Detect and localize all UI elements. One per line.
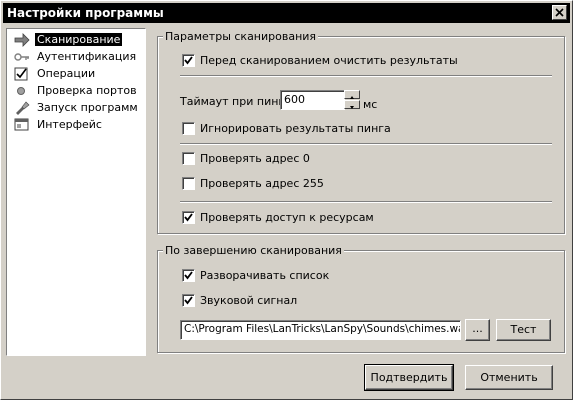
close-button[interactable] — [552, 5, 567, 20]
cancel-button[interactable]: Отменить — [465, 365, 553, 390]
browse-sound-button[interactable]: ... — [465, 319, 490, 341]
nav-item-run-programs[interactable]: Запуск программ — [10, 100, 144, 116]
key-icon — [14, 53, 29, 61]
dialog-title: Настройки программы — [7, 6, 164, 20]
nav-item-interface[interactable]: Интерфейс — [10, 117, 144, 133]
spin-up-button[interactable] — [344, 90, 360, 99]
window-icon — [14, 118, 29, 131]
on-finish-group: По завершению сканирования Разворачивать… — [157, 244, 565, 353]
checkbox-label: Проверять доступ к ресурсам — [200, 211, 374, 224]
checkbox-box[interactable] — [182, 177, 195, 190]
nav-item-label: Сканирование — [35, 33, 123, 46]
nav-item-label: Аутентификация — [37, 50, 137, 63]
checkbox-label: Проверять адрес 255 — [200, 177, 324, 190]
settings-dialog: Настройки программы Сканирование Аутенти… — [0, 0, 573, 400]
checkbox-box[interactable] — [182, 152, 195, 165]
checkbox-box[interactable] — [182, 54, 195, 67]
run-program-icon — [16, 101, 30, 115]
settings-nav-list: Сканирование Аутентификация Операции Про… — [6, 28, 146, 356]
checklist-icon — [14, 67, 28, 81]
arrow-down-icon — [350, 106, 354, 109]
nav-item-authentication[interactable]: Аутентификация — [10, 49, 144, 65]
checkbox-box[interactable] — [182, 211, 195, 224]
nav-item-label: Проверка портов — [37, 84, 137, 97]
ping-timeout-spinner — [344, 90, 360, 110]
scan-params-legend: Параметры сканирования — [163, 30, 319, 43]
test-sound-button[interactable]: Тест — [496, 319, 551, 341]
on-finish-legend: По завершению сканирования — [163, 244, 344, 257]
checkmark-icon — [184, 56, 193, 65]
nav-item-label: Запуск программ — [37, 101, 138, 114]
nav-item-label: Операции — [37, 67, 96, 80]
ping-timeout-label: Таймаут при пинге — [180, 95, 291, 108]
checkmark-icon — [184, 213, 193, 222]
checkbox-label: Игнорировать результаты пинга — [200, 122, 391, 135]
checkbox-box[interactable] — [182, 269, 195, 282]
ping-timeout-input[interactable]: 600 — [280, 90, 345, 110]
checkbox-label: Перед сканированием очистить результаты — [200, 54, 458, 67]
checkbox-box[interactable] — [182, 122, 195, 135]
nav-item-port-check[interactable]: Проверка портов — [10, 83, 144, 99]
arrow-right-icon — [14, 33, 30, 47]
divider — [180, 143, 552, 145]
sound-file-path-input[interactable]: C:\Program Files\LanTricks\LanSpy\Sounds… — [180, 320, 461, 340]
spin-down-button[interactable] — [344, 100, 360, 109]
close-icon — [555, 8, 564, 17]
confirm-button[interactable]: Подтвердить — [364, 364, 454, 391]
checkmark-icon — [184, 271, 193, 280]
nav-item-label: Интерфейс — [37, 118, 102, 131]
checkbox-label: Звуковой сигнал — [200, 294, 298, 307]
checkmark-icon — [184, 296, 193, 305]
bullet-icon — [17, 87, 25, 95]
checkbox-label: Проверять адрес 0 — [200, 152, 310, 165]
checkbox-box[interactable] — [182, 294, 195, 307]
scan-params-group: Параметры сканирования Перед сканировани… — [157, 30, 565, 234]
ping-timeout-unit: мс — [363, 98, 378, 111]
divider — [180, 75, 552, 77]
title-bar: Настройки программы — [3, 3, 570, 23]
nav-item-operations[interactable]: Операции — [10, 66, 144, 82]
divider — [180, 201, 552, 203]
nav-item-scanning[interactable]: Сканирование — [10, 32, 144, 48]
checkbox-label: Разворачивать список — [200, 269, 330, 282]
